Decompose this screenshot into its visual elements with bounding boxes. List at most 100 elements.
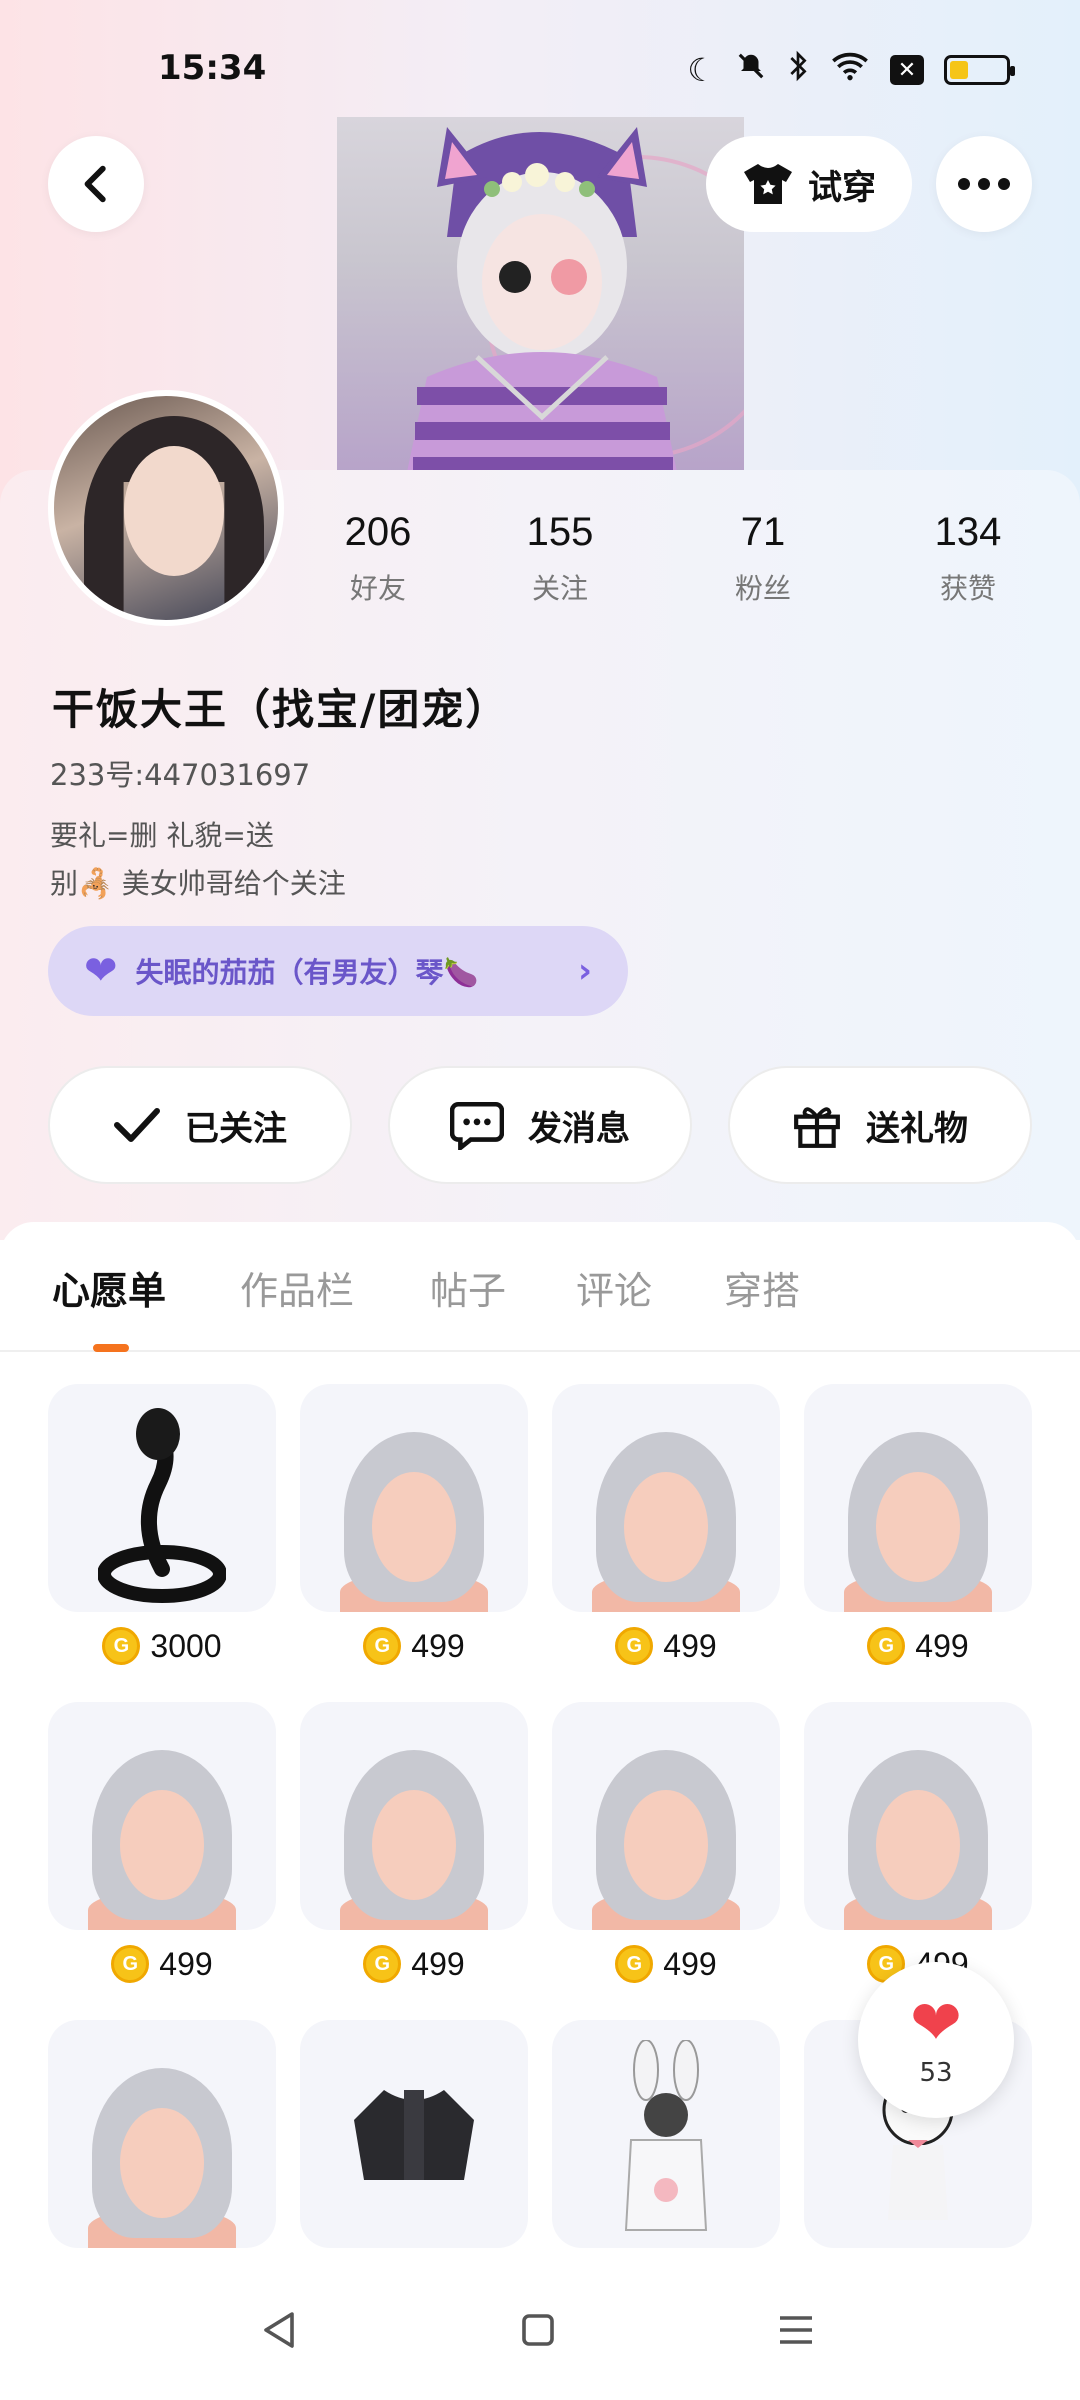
stat-fans-label: 粉丝	[734, 572, 791, 605]
profile-stats: 206 好友 155 关注 71 粉丝 134 获赞	[0, 510, 1080, 620]
tab-outfits[interactable]: 穿搭	[724, 1260, 800, 1315]
coin-icon: G	[111, 1945, 150, 1983]
status-bar: 15:34 ☾ ✕	[0, 0, 1080, 120]
shirt-icon	[744, 164, 792, 204]
wishlist-item-thumbnail	[300, 1384, 528, 1612]
chat-bubble-icon	[450, 1101, 504, 1150]
chevron-left-icon	[84, 165, 106, 203]
stat-fans-value: 71	[740, 510, 786, 554]
try-on-label: 试穿	[808, 167, 876, 208]
stat-likes[interactable]: 134 获赞	[888, 510, 1048, 607]
price-value: 499	[915, 1627, 969, 1664]
send-gift-label: 送礼物	[866, 1108, 968, 1149]
heart-icon: ❤	[910, 1986, 962, 2059]
wishlist-item-thumbnail	[804, 1384, 1032, 1612]
wishlist-item-price: G499	[48, 1944, 276, 1984]
wishlist-item-thumbnail	[552, 1702, 780, 1930]
wishlist-item-thumbnail	[552, 1384, 780, 1612]
cp-text: 失眠的茄茄（有男友）琴🍆	[135, 956, 479, 989]
wishlist-item[interactable]: G499	[552, 1702, 780, 1984]
tab-works[interactable]: 作品栏	[240, 1260, 354, 1315]
profile-bio-line1: 要礼=删 礼貌=送	[50, 819, 274, 852]
chevron-right-icon: ›	[577, 951, 592, 991]
tab-comments[interactable]: 评论	[576, 1260, 652, 1315]
menu-lines-icon	[780, 2316, 812, 2344]
send-gift-button[interactable]: 送礼物	[728, 1066, 1032, 1184]
wishlist-item-price: G499	[552, 1626, 780, 1666]
like-button[interactable]: ❤ 53	[858, 1962, 1014, 2118]
wishlist-item-price: G499	[804, 1626, 1032, 1666]
more-dots-icon	[958, 178, 1010, 190]
wishlist-item[interactable]: G499	[300, 1384, 528, 1666]
double-heart-icon: ❤	[84, 948, 118, 994]
tab-wishlist[interactable]: 心愿单	[52, 1260, 166, 1315]
wishlist-item[interactable]: G499	[552, 1384, 780, 1666]
wishlist-item-thumbnail	[552, 2020, 780, 2248]
stat-following-label: 关注	[531, 572, 588, 605]
wishlist-item[interactable]: G 3000	[48, 1384, 276, 1666]
wishlist-item-price: G 3000	[48, 1626, 276, 1666]
cover-image	[337, 117, 744, 472]
price-value: 499	[411, 1945, 465, 1982]
stat-likes-label: 获赞	[939, 572, 996, 605]
stat-friends-label: 好友	[349, 572, 406, 605]
stat-following[interactable]: 155 关注	[480, 510, 640, 607]
nav-home-button[interactable]	[508, 2300, 568, 2360]
cp-relationship-pill[interactable]: ❤ 失眠的茄茄（有男友）琴🍆 ›	[48, 926, 628, 1016]
wishlist-item-thumbnail	[48, 2020, 276, 2248]
square-home-icon	[522, 2314, 554, 2346]
stat-likes-value: 134	[934, 510, 1002, 554]
stat-following-value: 155	[526, 510, 594, 554]
nav-back-button[interactable]	[250, 2300, 310, 2360]
active-tab-indicator	[93, 1344, 129, 1352]
wishlist-item[interactable]: G499	[804, 1384, 1032, 1666]
nav-menu-button[interactable]	[766, 2300, 826, 2360]
wishlist-item-price: G499	[552, 1944, 780, 1984]
price-value: 499	[411, 1627, 465, 1664]
close-box-icon: ✕	[890, 55, 924, 85]
like-count: 53	[919, 2058, 953, 2088]
wishlist-item[interactable]: G499	[300, 1702, 528, 1984]
gift-icon	[794, 1107, 840, 1148]
check-icon	[114, 1108, 160, 1142]
wishlist-item-thumbnail	[48, 1702, 276, 1930]
coin-icon: G	[615, 1627, 654, 1665]
coin-icon: G	[615, 1945, 654, 1983]
coin-icon: G	[867, 1627, 906, 1665]
battery-icon	[944, 55, 1015, 85]
wishlist-item[interactable]: G499	[804, 1702, 1032, 1984]
message-label: 发消息	[528, 1108, 630, 1149]
tab-posts[interactable]: 帖子	[430, 1260, 506, 1315]
coin-icon: G	[102, 1627, 141, 1665]
stat-friends[interactable]: 206 好友	[298, 510, 458, 607]
back-button[interactable]	[48, 136, 144, 232]
mute-bell-icon	[736, 51, 766, 89]
wishlist-item-thumbnail	[300, 2020, 528, 2248]
price-value: 3000	[150, 1627, 222, 1664]
wishlist-item[interactable]	[300, 2020, 528, 2248]
price-value: 499	[663, 1945, 717, 1982]
followed-label: 已关注	[185, 1108, 287, 1149]
stat-fans[interactable]: 71 粉丝	[683, 510, 843, 607]
system-nav-bar	[0, 2260, 1080, 2400]
wishlist-item[interactable]	[48, 2020, 276, 2248]
wishlist-item-thumbnail	[48, 1384, 276, 1612]
status-time: 15:34	[158, 48, 267, 88]
stat-friends-value: 206	[344, 510, 412, 554]
profile-uid: 233号:447031697	[50, 758, 311, 792]
more-button[interactable]	[936, 136, 1032, 232]
content-tabs: 心愿单 作品栏 帖子 评论 穿搭	[0, 1222, 1080, 1352]
try-on-button[interactable]: 试穿	[706, 136, 912, 232]
wifi-icon	[830, 51, 870, 89]
followed-button[interactable]: 已关注	[48, 1066, 352, 1184]
coin-icon: G	[363, 1627, 402, 1665]
wishlist-item[interactable]: G499	[48, 1702, 276, 1984]
wishlist-item-thumbnail	[804, 1702, 1032, 1930]
message-button[interactable]: 发消息	[388, 1066, 692, 1184]
coin-icon: G	[363, 1945, 402, 1983]
price-value: 499	[663, 1627, 717, 1664]
wishlist-item[interactable]	[552, 2020, 780, 2248]
profile-bio-line2: 别🦂 美女帅哥给个关注	[50, 867, 346, 900]
price-value: 499	[159, 1945, 213, 1982]
moon-icon: ☾	[687, 51, 716, 89]
